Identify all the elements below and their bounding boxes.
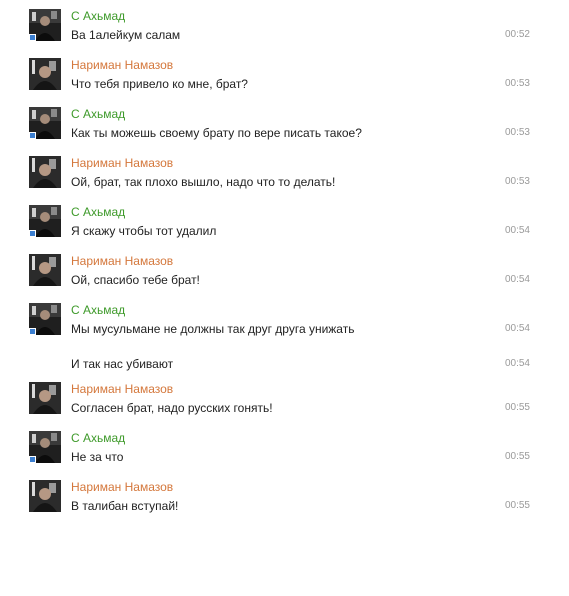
- chat-message: Нариман Намазов Ой, брат, так плохо вышло…: [0, 156, 569, 198]
- message-timestamp: 00:54: [504, 274, 530, 285]
- message-timestamp: 00:54: [504, 358, 530, 369]
- online-status-icon: [29, 230, 36, 237]
- message-author-link[interactable]: Нариман Намазов: [71, 156, 173, 170]
- message-text: Согласен брат, надо русских гонять!: [71, 401, 273, 415]
- message-author-link[interactable]: С Ахьмад: [71, 303, 125, 317]
- message-author-link[interactable]: Нариман Намазов: [71, 382, 173, 396]
- message-text: Что тебя привело ко мне, брат?: [71, 77, 248, 91]
- chat-history: С Ахьмад Ва 1алейкум салам 00:52 Нариман На…: [0, 0, 569, 596]
- message-timestamp: 00:54: [504, 225, 530, 236]
- chat-message: С Ахьмад Мы мусульмане не должны так друг…: [0, 303, 569, 345]
- message-text: Мы мусульмане не должны так друг друга у…: [71, 322, 355, 336]
- message-text: В талибан вступай!: [71, 499, 179, 513]
- message-author-link[interactable]: С Ахьмад: [71, 431, 125, 445]
- online-status-icon: [29, 34, 36, 41]
- avatar-nariman[interactable]: [29, 58, 61, 90]
- message-author-link[interactable]: С Ахьмад: [71, 9, 125, 23]
- message-text: Я скажу чтобы тот удалил: [71, 224, 217, 238]
- chat-message: С Ахьмад Как ты можешь своему брату по ве…: [0, 107, 569, 149]
- message-text: И так нас убивают: [71, 357, 174, 371]
- chat-message: С Ахьмад Ва 1алейкум салам 00:52: [0, 9, 569, 51]
- chat-message: С Ахьмад Не за что 00:55: [0, 431, 569, 473]
- message-timestamp: 00:55: [504, 500, 530, 511]
- message-author-link[interactable]: Нариман Намазов: [71, 480, 173, 494]
- message-timestamp: 00:53: [504, 176, 530, 187]
- message-text: Ва 1алейкум салам: [71, 28, 181, 42]
- message-timestamp: 00:55: [504, 402, 530, 413]
- message-text: Как ты можешь своему брату по вере писат…: [71, 126, 362, 140]
- message-timestamp: 00:52: [504, 29, 530, 40]
- message-author-link[interactable]: Нариман Намазов: [71, 254, 173, 268]
- chat-message: И так нас убивают 00:54: [0, 357, 569, 377]
- message-text: Ой, спасибо тебе брат!: [71, 273, 200, 287]
- message-text: Ой, брат, так плохо вышло, надо что то д…: [71, 175, 336, 189]
- online-status-icon: [29, 132, 36, 139]
- online-status-icon: [29, 456, 36, 463]
- message-timestamp: 00:54: [504, 323, 530, 334]
- message-timestamp: 00:53: [504, 78, 530, 89]
- avatar-nariman[interactable]: [29, 480, 61, 512]
- message-timestamp: 00:55: [504, 451, 530, 462]
- chat-message: Нариман Намазов Ой, спасибо тебе брат! 00:…: [0, 254, 569, 296]
- message-author-link[interactable]: С Ахьмад: [71, 107, 125, 121]
- avatar-nariman[interactable]: [29, 254, 61, 286]
- message-author-link[interactable]: С Ахьмад: [71, 205, 125, 219]
- avatar-nariman[interactable]: [29, 156, 61, 188]
- message-timestamp: 00:53: [504, 127, 530, 138]
- message-text: Не за что: [71, 450, 124, 464]
- chat-message: Нариман Намазов В талибан вступай! 00:55: [0, 480, 569, 522]
- chat-message: Нариман Намазов Согласен брат, надо русск…: [0, 382, 569, 424]
- chat-message: С Ахьмад Я скажу чтобы тот удалил 00:54: [0, 205, 569, 247]
- message-author-link[interactable]: Нариман Намазов: [71, 58, 173, 72]
- online-status-icon: [29, 328, 36, 335]
- chat-message: Нариман Намазов Что тебя привело ко мне, …: [0, 58, 569, 100]
- avatar-nariman[interactable]: [29, 382, 61, 414]
